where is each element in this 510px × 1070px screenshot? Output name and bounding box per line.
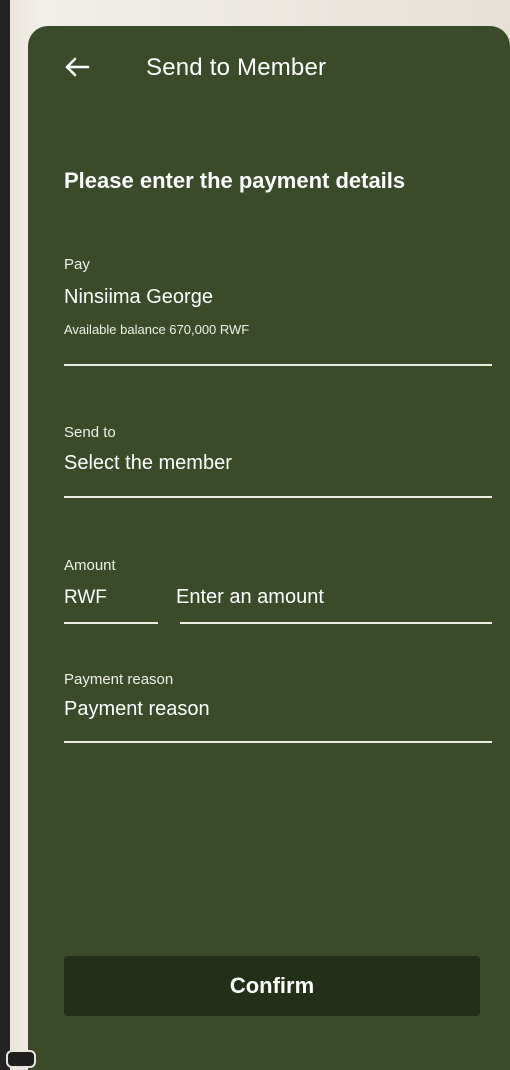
header: Send to Member [28,26,510,110]
arrow-left-icon [65,57,90,77]
pay-label: Pay [64,256,90,273]
window-edge [0,0,10,1070]
send-to-member-card: Send to Member Please enter the payment … [28,26,510,1070]
confirm-button[interactable]: Confirm [64,956,480,1016]
payment-reason-label: Payment reason [64,671,174,688]
member-select-input[interactable] [64,452,484,475]
send-to-underline [64,496,492,498]
page-title: Send to Member [146,54,327,81]
payment-reason-input[interactable] [64,698,484,721]
back-button[interactable] [62,52,92,82]
amount-input[interactable] [176,586,476,609]
pay-value[interactable]: Ninsiima George [64,286,213,309]
currency-selector[interactable]: RWF [64,587,107,609]
payment-reason-underline [64,741,492,743]
available-balance: Available balance 670,000 RWF [64,322,250,337]
currency-underline [64,622,158,624]
send-to-label: Send to [64,424,116,441]
window-corner-handle [6,1050,36,1068]
amount-underline [180,622,492,624]
instruction-text: Please enter the payment details [64,168,406,193]
amount-label: Amount [64,557,116,574]
pay-underline [64,364,492,366]
